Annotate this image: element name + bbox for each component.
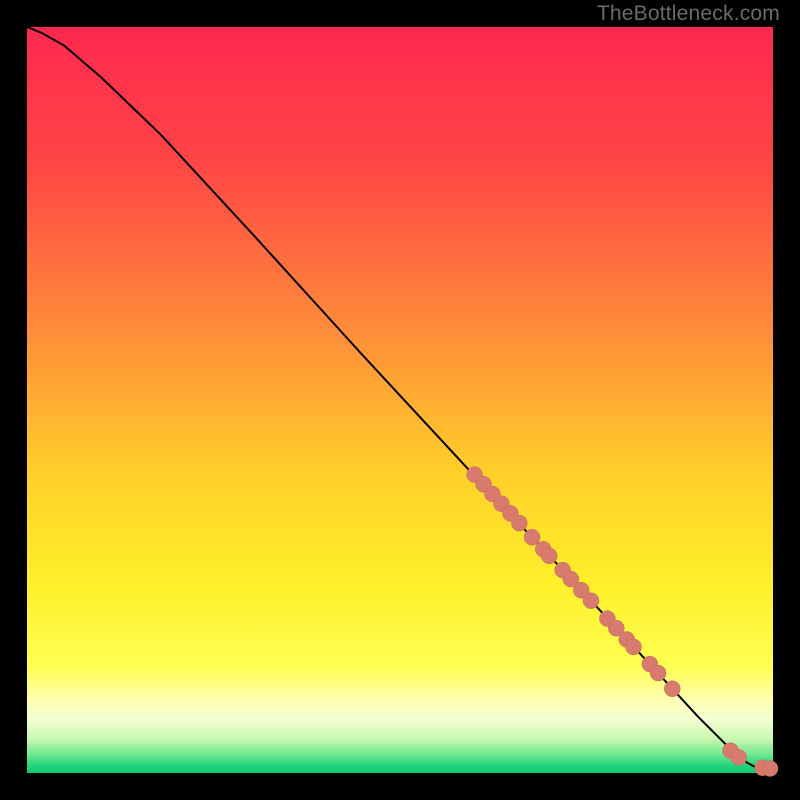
data-dot	[541, 548, 557, 564]
data-dot	[731, 749, 747, 765]
chart-container: { "watermark": "TheBottleneck.com", "col…	[0, 0, 800, 800]
data-dot	[524, 529, 540, 545]
bottleneck-chart	[0, 0, 800, 800]
watermark-text: TheBottleneck.com	[597, 2, 780, 26]
plot-background	[27, 27, 773, 773]
data-dot	[583, 593, 599, 609]
data-dot	[511, 515, 527, 531]
data-dot	[650, 665, 666, 681]
data-dot	[664, 681, 680, 697]
data-dot	[762, 761, 778, 777]
data-dot	[626, 639, 642, 655]
